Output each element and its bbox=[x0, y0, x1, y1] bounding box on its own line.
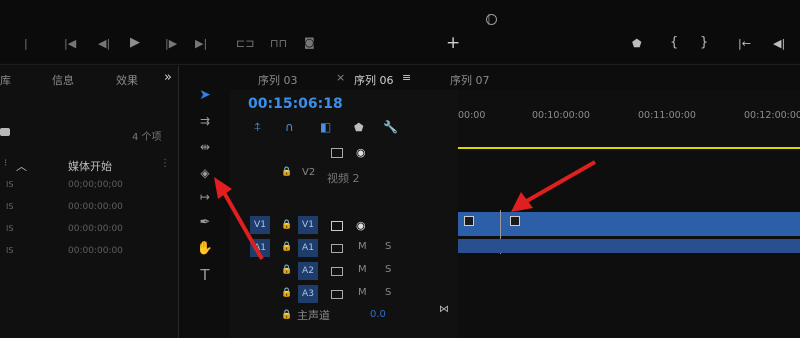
mute-button[interactable]: M bbox=[358, 287, 367, 298]
tab-effects[interactable]: 效果 bbox=[116, 72, 138, 88]
master-volume[interactable]: 0.0 bbox=[370, 309, 386, 320]
solo-button[interactable]: S bbox=[385, 241, 391, 252]
sync-lock-icon[interactable] bbox=[331, 267, 343, 276]
linked-selection-icon[interactable]: ◧ bbox=[320, 120, 331, 134]
list-item[interactable]: IS 00:00:00:00 bbox=[0, 200, 178, 222]
track-name-v2: 视频 2 bbox=[327, 172, 360, 185]
tab-sequence-07[interactable]: 序列 07 bbox=[450, 72, 490, 88]
camera-icon bbox=[331, 221, 343, 231]
timecode[interactable]: 00:15:06:18 bbox=[248, 96, 343, 112]
eye-icon[interactable]: ◉ bbox=[356, 146, 366, 159]
lock-icon[interactable]: 🔒 bbox=[281, 265, 292, 275]
divider bbox=[0, 64, 800, 65]
audio-clip[interactable] bbox=[458, 239, 800, 253]
item-count: 4 个项 bbox=[132, 132, 162, 143]
list-icon: ⁝ bbox=[4, 158, 8, 169]
ruler-tick: 00:00 bbox=[458, 110, 486, 121]
type-tool-icon[interactable]: T bbox=[196, 266, 214, 284]
sort-up-icon[interactable]: ︿ bbox=[16, 158, 27, 174]
selection-tool-icon[interactable]: ➤ bbox=[196, 86, 214, 104]
time-ruler[interactable]: 00:00 00:10:00:00 00:11:00:00 00:12:00:0… bbox=[458, 90, 800, 150]
wrench-icon[interactable]: 🔧 bbox=[383, 120, 398, 134]
menu-icon[interactable]: ≡ bbox=[402, 71, 411, 84]
list-item[interactable]: IS 00:00:00:00 bbox=[0, 222, 178, 244]
sync-lock-icon[interactable] bbox=[331, 290, 343, 299]
go-to-in-button[interactable]: |← bbox=[738, 37, 751, 50]
track-target-a2[interactable]: A2 bbox=[298, 262, 318, 280]
go-to-out-icon[interactable]: ▶| bbox=[195, 38, 207, 49]
lock-icon[interactable]: 🔒 bbox=[281, 167, 292, 177]
fx-badge-icon bbox=[464, 216, 474, 226]
track-label-v2[interactable]: V2 bbox=[302, 167, 315, 178]
lock-icon[interactable]: 🔒 bbox=[281, 242, 292, 252]
camera-icon bbox=[331, 148, 343, 158]
transport-bar: | |◀ ◀| ▶ |▶ ▶| ⊏⊐ ⊓⊓ ◙ + | ⬟ { } |← ◀| bbox=[0, 0, 800, 62]
mute-button[interactable]: M bbox=[358, 241, 367, 252]
ruler-tick: 00:11:00:00 bbox=[638, 110, 696, 121]
scroll-end-icon[interactable]: ⋈ bbox=[439, 304, 449, 315]
list-item[interactable]: IS 00;00;00;00 bbox=[0, 178, 178, 200]
tab-library[interactable]: 库 bbox=[0, 72, 11, 88]
lock-icon[interactable]: 🔒 bbox=[281, 310, 292, 320]
add-button[interactable]: + bbox=[446, 33, 460, 53]
timeline-tabs: 序列 03 × 序列 06 ≡ 序列 07 bbox=[230, 66, 800, 91]
go-to-in-icon[interactable]: |◀ bbox=[64, 38, 76, 49]
sync-lock-icon[interactable] bbox=[331, 244, 343, 253]
tab-sequence-03[interactable]: 序列 03 bbox=[258, 72, 298, 88]
track-target-v1[interactable]: V1 bbox=[298, 216, 318, 234]
search-icon[interactable] bbox=[0, 128, 10, 136]
track-target-a1[interactable]: A1 bbox=[298, 239, 318, 257]
step-back-icon[interactable]: ◀| bbox=[98, 38, 110, 49]
column-header-media-start[interactable]: 媒体开始 bbox=[68, 158, 112, 174]
tab-info[interactable]: 信息 bbox=[52, 72, 74, 88]
project-panel: 库 信息 效果 » 4 个项 ⁝ ︿ 媒体开始 ⋮ IS 00;00;00;00… bbox=[0, 66, 179, 338]
overwrite-icon[interactable]: ⊓⊓ bbox=[270, 38, 287, 49]
mark-in-button[interactable]: { bbox=[670, 35, 678, 50]
solo-button[interactable]: S bbox=[385, 264, 391, 275]
mute-button[interactable]: M bbox=[358, 264, 367, 275]
eye-icon[interactable]: ◉ bbox=[356, 219, 366, 232]
master-track-label: 主声道 bbox=[297, 309, 330, 322]
tab-sequence-06[interactable]: 序列 06 bbox=[354, 72, 394, 91]
playhead-circle-icon[interactable] bbox=[486, 14, 497, 25]
project-list: IS 00;00;00;00 IS 00:00:00:00 IS 00:00:0… bbox=[0, 178, 178, 266]
close-icon[interactable]: × bbox=[336, 71, 345, 84]
column-options-icon[interactable]: ⋮ bbox=[160, 158, 170, 169]
play-button[interactable]: ▶ bbox=[130, 35, 140, 50]
camera-icon[interactable]: ◙ bbox=[304, 37, 315, 48]
ruler-tick: 00:12:00:00 bbox=[744, 110, 800, 121]
list-item[interactable]: IS 00:00:00:00 bbox=[0, 244, 178, 266]
annotation-arrow bbox=[511, 160, 596, 212]
annotation-arrow bbox=[214, 177, 264, 260]
panel-more-icon[interactable]: » bbox=[164, 70, 172, 85]
ruler-tick: 00:10:00:00 bbox=[532, 110, 590, 121]
mark-out-button[interactable]: } bbox=[700, 35, 708, 50]
ripple-edit-tool-icon[interactable]: ⇹ bbox=[196, 138, 214, 156]
track-select-tool-icon[interactable]: ⇉ bbox=[196, 112, 214, 130]
step-forward-icon[interactable]: |▶ bbox=[165, 38, 177, 49]
solo-button[interactable]: S bbox=[385, 287, 391, 298]
snap-icon[interactable]: ∩ bbox=[285, 120, 294, 134]
lock-icon[interactable]: 🔒 bbox=[281, 220, 292, 230]
lock-icon[interactable]: 🔒 bbox=[281, 288, 292, 298]
nest-icon[interactable]: ⍏ bbox=[254, 120, 261, 135]
separator-icon: | bbox=[24, 37, 28, 50]
work-area-bar[interactable] bbox=[458, 147, 800, 149]
insert-icon[interactable]: ⊏⊐ bbox=[236, 38, 254, 49]
track-target-a3[interactable]: A3 bbox=[298, 285, 318, 303]
marker-icon[interactable]: ⬟ bbox=[632, 37, 642, 50]
step-back-button[interactable]: ◀| bbox=[773, 37, 785, 50]
add-marker-icon[interactable]: ⬟ bbox=[354, 121, 364, 134]
